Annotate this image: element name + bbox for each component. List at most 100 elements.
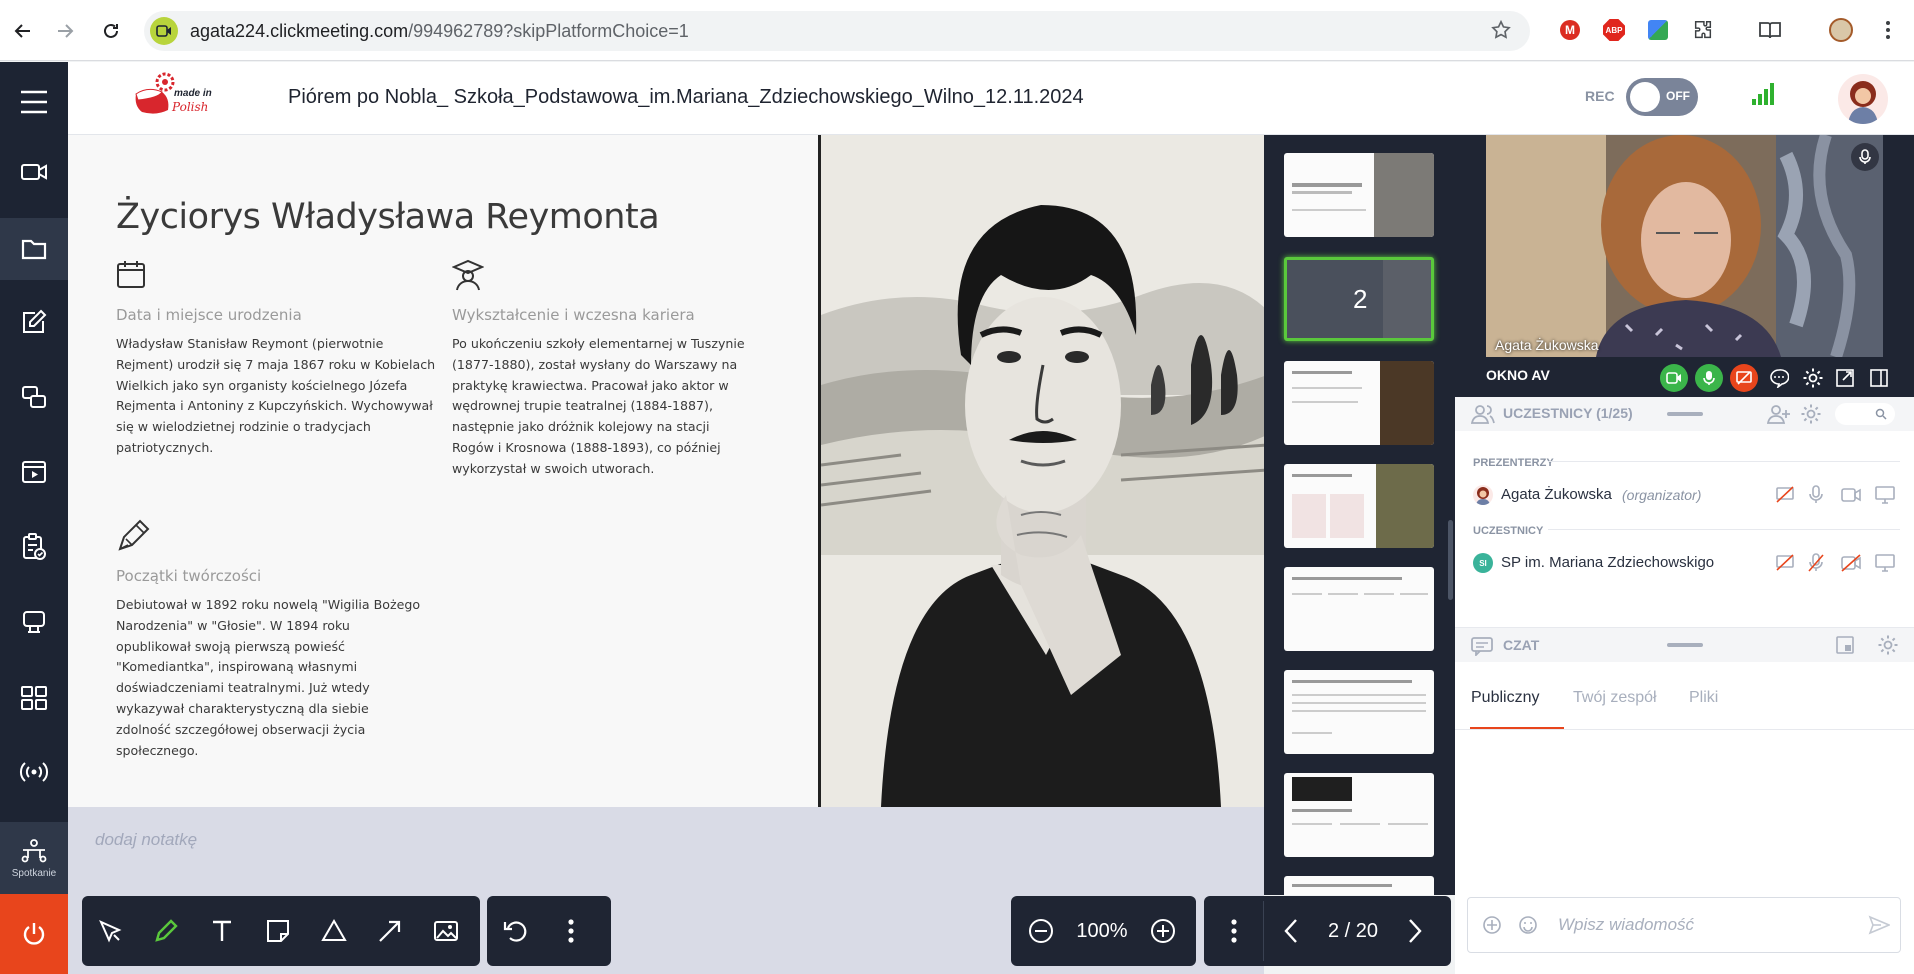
recording-toggle[interactable]: OFF (1626, 78, 1698, 116)
pointer-tool-button[interactable] (82, 901, 138, 961)
av-window-bar: OKNO AV (1455, 357, 1914, 397)
thumbnails-scrollbar[interactable] (1448, 520, 1453, 600)
arrow-tool-button[interactable] (362, 901, 418, 961)
chat-popout-icon[interactable] (1835, 635, 1855, 660)
participant-video[interactable] (1486, 135, 1883, 357)
emoji-icon[interactable] (1518, 915, 1538, 940)
sidebar-item-screen-share[interactable] (0, 367, 68, 427)
av-settings-button[interactable] (1799, 364, 1827, 392)
sidebar-item-broadcast[interactable] (0, 742, 68, 802)
slide-thumbnail[interactable] (1284, 773, 1434, 857)
collapse-handle[interactable] (1667, 412, 1703, 416)
participants-header[interactable]: UCZESTNICY (1/25) (1455, 397, 1914, 431)
undo-button[interactable] (487, 901, 543, 961)
browser-menu-icon[interactable] (1875, 17, 1901, 43)
tab-files[interactable]: Pliki (1689, 689, 1718, 707)
section-heading: Początki twórczości (116, 567, 262, 585)
avatar: SI (1473, 553, 1493, 573)
hamburger-menu-button[interactable] (0, 72, 68, 132)
more-tools-button[interactable] (543, 901, 599, 961)
add-participant-icon[interactable] (1766, 403, 1791, 430)
slide-thumbnail[interactable] (1284, 876, 1434, 895)
shape-tool-button[interactable] (306, 901, 362, 961)
sidebar-item-notes[interactable] (0, 292, 68, 352)
slide-thumbnail[interactable] (1284, 361, 1434, 445)
gmail-extension-icon[interactable]: M (1557, 17, 1583, 43)
slide-thumbnail-active[interactable]: 2 (1284, 257, 1434, 341)
slide-thumbnail[interactable] (1284, 670, 1434, 754)
collapse-handle[interactable] (1667, 643, 1703, 647)
screen-share-off-icon[interactable] (1775, 485, 1795, 510)
desktop-icon[interactable] (1875, 486, 1895, 509)
participants-settings-icon[interactable] (1800, 403, 1822, 430)
user-avatar[interactable] (1838, 74, 1888, 124)
layout-icon (1870, 369, 1888, 387)
divider (1548, 461, 1900, 462)
sticky-note-tool-button[interactable] (250, 901, 306, 961)
zoom-out-button[interactable] (1011, 901, 1071, 961)
presentation-slide[interactable]: Życiorys Władysława Reymonta Data i miej… (68, 135, 1264, 807)
microphone-off-icon[interactable] (1807, 553, 1825, 578)
slide-thumbnail[interactable] (1284, 567, 1434, 651)
sidebar-item-media[interactable] (0, 442, 68, 502)
participant-row[interactable]: Agata Żukowska (organizator) (1455, 477, 1914, 513)
toggle-knob (1630, 82, 1660, 112)
camera-toggle-button[interactable] (1660, 364, 1688, 392)
sidebar-item-files[interactable] (0, 218, 68, 280)
leave-meeting-button[interactable] (0, 894, 68, 974)
profile-avatar-icon[interactable] (1828, 17, 1854, 43)
address-bar[interactable]: agata224.clickmeeting.com/994962789?skip… (144, 11, 1530, 51)
private-chat-button[interactable] (1765, 364, 1793, 392)
desktop-icon[interactable] (1875, 554, 1895, 577)
microphone-toggle-button[interactable] (1695, 364, 1723, 392)
image-tool-button[interactable] (418, 901, 474, 961)
forward-button[interactable] (48, 14, 82, 48)
notes-placeholder: dodaj notatkę (95, 830, 198, 849)
microphone-icon[interactable] (1809, 485, 1823, 510)
send-icon[interactable] (1868, 915, 1892, 940)
participants-search-field[interactable] (1835, 403, 1895, 425)
previous-slide-button[interactable] (1264, 901, 1318, 961)
screen-share-toggle-button[interactable] (1730, 364, 1758, 392)
attach-icon[interactable] (1482, 915, 1502, 940)
tab-public[interactable]: Publiczny (1471, 689, 1539, 707)
text-tool-button[interactable] (194, 901, 250, 961)
browser-toolbar: agata224.clickmeeting.com/994962789?skip… (0, 0, 1914, 61)
pen-tool-button[interactable] (138, 901, 194, 961)
camera-icon[interactable] (1841, 487, 1861, 508)
zoom-in-button[interactable] (1133, 901, 1193, 961)
connection-signal-icon[interactable] (1751, 82, 1777, 111)
slide-thumbnail[interactable] (1284, 153, 1434, 237)
page-indicator: 2 / 20 (1327, 919, 1379, 942)
chat-settings-icon[interactable] (1877, 634, 1899, 661)
screen-share-off-icon[interactable] (1775, 553, 1795, 578)
sidebar-item-whiteboard[interactable] (0, 592, 68, 652)
sidebar-item-apps[interactable] (0, 668, 68, 728)
sidebar-item-meeting[interactable]: Spotkanie (0, 822, 68, 894)
chat-message-input[interactable] (1558, 913, 1838, 937)
site-info-icon[interactable] (150, 17, 178, 45)
bookmark-star-icon[interactable] (1490, 19, 1512, 46)
layout-toggle-button[interactable] (1865, 364, 1893, 392)
slide-thumbnail[interactable] (1284, 464, 1434, 548)
back-button[interactable] (6, 14, 40, 48)
image-icon (434, 921, 458, 941)
slide-thumbnails-panel: 2 (1264, 135, 1455, 895)
next-slide-button[interactable] (1388, 901, 1442, 961)
participant-row[interactable]: SI SP im. Mariana Zdziechowskigo (1455, 545, 1914, 581)
sidebar-item-camera[interactable] (0, 142, 68, 202)
chat-header[interactable]: CZAT (1455, 628, 1914, 662)
google-translate-extension-icon[interactable] (1645, 17, 1671, 43)
camera-off-icon[interactable] (1841, 554, 1861, 577)
zoom-level: 100% (1076, 919, 1128, 942)
slides-menu-button[interactable] (1204, 901, 1264, 961)
chat-panel: CZAT Publiczny Twój zespół Pliki (1455, 627, 1914, 974)
reload-button[interactable] (94, 14, 128, 48)
adblock-extension-icon[interactable]: ABP (1601, 17, 1627, 43)
reading-list-icon[interactable] (1757, 17, 1783, 43)
extensions-puzzle-icon[interactable] (1690, 17, 1716, 43)
presenters-section-label: PREZENTERZY (1473, 457, 1554, 469)
sidebar-item-tests[interactable] (0, 517, 68, 577)
popout-video-button[interactable] (1831, 364, 1859, 392)
tab-team[interactable]: Twój zespół (1573, 689, 1657, 707)
